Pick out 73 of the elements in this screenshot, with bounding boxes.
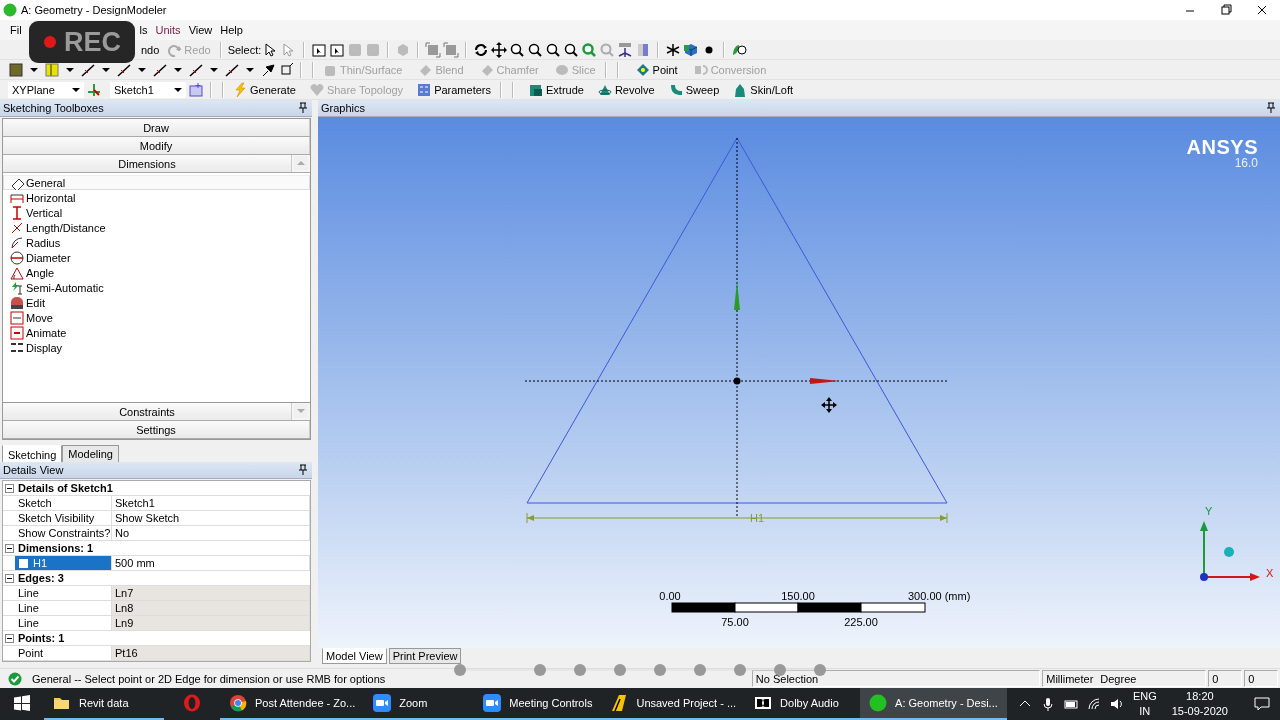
toolbox-section[interactable]: Draw bbox=[3, 119, 310, 136]
window-title: A: Geometry - DesignModeler bbox=[21, 4, 167, 16]
toolbox-section[interactable]: Dimensions bbox=[3, 155, 292, 172]
menu-item[interactable]: Help bbox=[216, 22, 247, 38]
menu-item[interactable]: Units bbox=[151, 22, 185, 38]
toolbox-item[interactable]: Length/Distance bbox=[3, 220, 310, 235]
view-tab[interactable]: Print Preview bbox=[388, 648, 462, 664]
group-heading: Details of Sketch1 bbox=[17, 482, 113, 494]
toolbox-item[interactable]: Vertical bbox=[3, 205, 310, 220]
group-heading: Edges: 3 bbox=[17, 572, 64, 584]
toolbox-section[interactable]: Constraints bbox=[3, 403, 292, 420]
taskbar-item[interactable]: Revit data bbox=[44, 688, 164, 720]
toolbar-button[interactable]: Point bbox=[632, 61, 681, 78]
toolbox-item[interactable]: Semi-Automatic bbox=[3, 280, 310, 295]
brand-logo: ANSYS bbox=[1186, 137, 1258, 157]
clock-time[interactable]: 18:20 bbox=[1171, 689, 1228, 704]
toolbox-item[interactable]: Move bbox=[3, 310, 310, 325]
angle-unit: Degree bbox=[1100, 672, 1137, 685]
region-indicator[interactable]: IN bbox=[1132, 704, 1157, 719]
group-heading: Points: 1 bbox=[17, 632, 65, 644]
toolbox-item[interactable]: Display bbox=[3, 340, 310, 355]
panel-tab[interactable]: Modeling bbox=[62, 445, 119, 463]
clock-date[interactable]: 15-09-2020 bbox=[1171, 704, 1228, 719]
scale-label: 0.00 bbox=[659, 590, 681, 602]
toolbox-item[interactable]: General bbox=[3, 175, 310, 190]
property-row[interactable]: Show Constraints? No bbox=[3, 526, 310, 541]
property-row[interactable]: Sketch Visibility Show Sketch bbox=[3, 511, 310, 526]
toolbox-item[interactable]: Radius bbox=[3, 235, 310, 250]
taskbar-item[interactable]: Post Attendee - Zo... bbox=[220, 688, 365, 720]
taskbar-item[interactable]: Zoom bbox=[364, 688, 475, 720]
taskbar-item[interactable]: A: Geometry - Desi... bbox=[860, 688, 1007, 720]
status-message: General -- Select point or 2D Edge for dimension or use RMB for options bbox=[31, 672, 387, 685]
axis-label: X bbox=[1266, 567, 1274, 579]
toolbar-button[interactable]: Parameters bbox=[414, 81, 494, 98]
toolbox-item[interactable]: Horizontal bbox=[3, 190, 310, 205]
property-row[interactable]: H1 500 mm bbox=[3, 556, 310, 571]
taskbar-item[interactable]: Unsaved Project - ... bbox=[601, 688, 746, 720]
axis-label: Y bbox=[1205, 505, 1213, 517]
sketch-dropdown[interactable]: Sketch1 bbox=[110, 81, 186, 98]
select-label: Select: bbox=[227, 43, 262, 56]
panel-tab[interactable]: Sketching bbox=[2, 445, 63, 463]
toolbar-button[interactable]: Skin/Loft bbox=[730, 81, 797, 98]
view-tab[interactable]: Model View bbox=[322, 648, 387, 664]
toolbox-section[interactable]: Modify bbox=[3, 137, 310, 154]
selection-status: No Selection bbox=[755, 672, 819, 685]
language-indicator[interactable]: ENG bbox=[1132, 689, 1157, 704]
scale-label: 225.00 bbox=[844, 616, 878, 628]
toolbox-item[interactable]: Angle bbox=[3, 265, 310, 280]
toolbar-button[interactable]: Sweep bbox=[665, 81, 723, 98]
toolbox-item[interactable]: Edit bbox=[3, 295, 310, 310]
panel-title: Graphics bbox=[321, 102, 366, 114]
menu-item[interactable]: ls bbox=[139, 22, 152, 38]
toolbox-item[interactable]: Diameter bbox=[3, 250, 310, 265]
toolbar-button[interactable]: Extrude bbox=[526, 81, 587, 98]
group-heading: Dimensions: 1 bbox=[17, 542, 94, 554]
recording-badge: REC bbox=[29, 21, 135, 63]
scale-label: 75.00 bbox=[721, 616, 749, 628]
plane-dropdown[interactable]: XYPlane bbox=[8, 81, 84, 98]
toolbar-button[interactable]: ndo bbox=[138, 42, 163, 57]
panel-title: Details View bbox=[3, 464, 64, 476]
toolbox-item[interactable]: Animate bbox=[3, 325, 310, 340]
menu-item[interactable]: Fil bbox=[6, 22, 26, 38]
scale-label: 150.00 bbox=[781, 590, 815, 602]
property-row[interactable]: Sketch Sketch1 bbox=[3, 496, 310, 511]
toolbar-button[interactable]: Revolve bbox=[594, 81, 658, 98]
length-unit: Millimeter bbox=[1046, 672, 1094, 685]
toolbar-button[interactable]: Generate bbox=[230, 80, 299, 99]
taskbar-item[interactable]: Meeting Controls bbox=[474, 688, 602, 720]
menu-item[interactable]: View bbox=[184, 22, 217, 38]
panel-title: Sketching Toolboxes bbox=[3, 102, 104, 114]
version-label: 16.0 bbox=[1233, 157, 1258, 169]
scale-label: 300.00 (mm) bbox=[908, 590, 971, 602]
toolbox-section[interactable]: Settings bbox=[3, 421, 310, 438]
